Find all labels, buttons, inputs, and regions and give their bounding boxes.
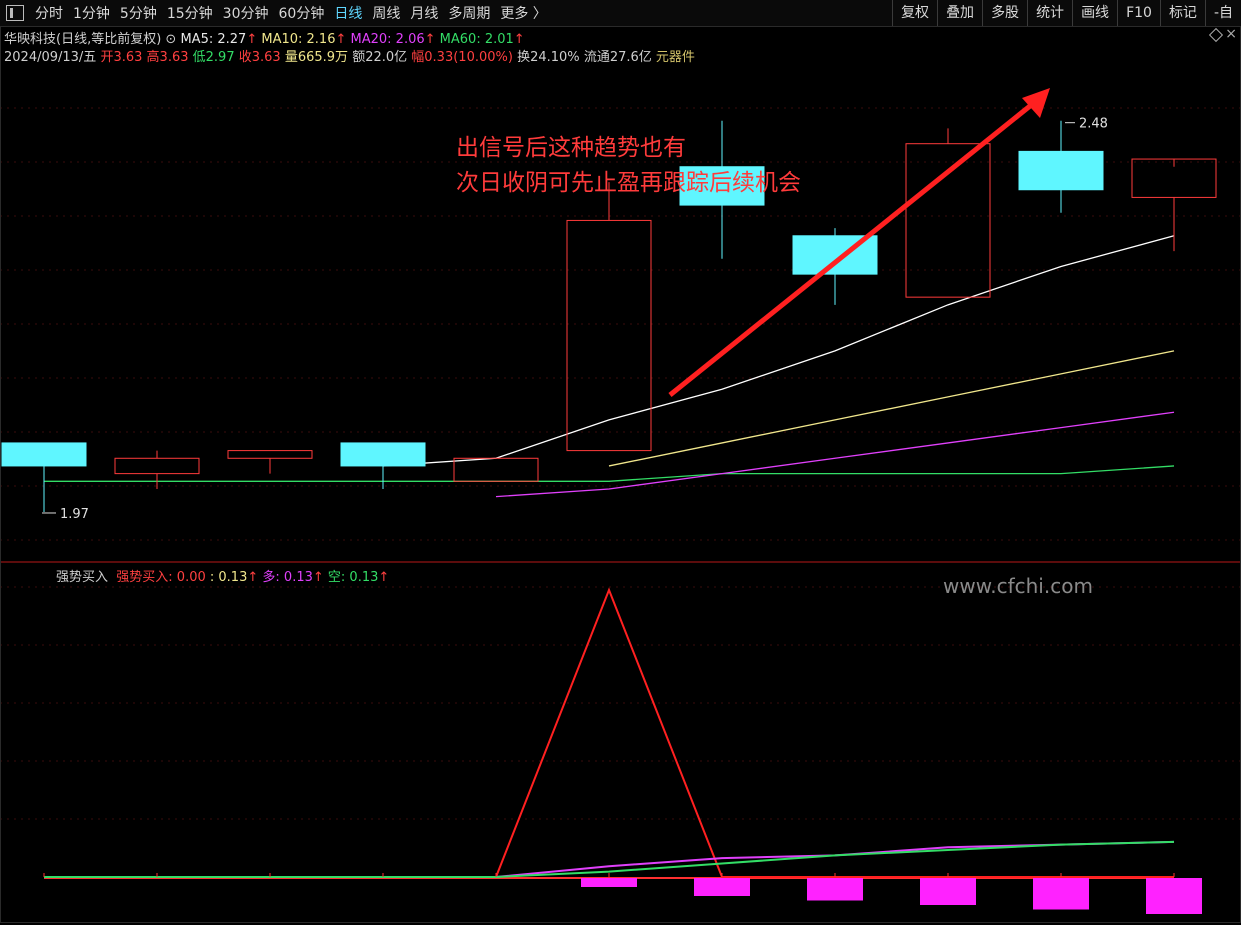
indicator-bar bbox=[694, 878, 750, 896]
candle-body bbox=[340, 442, 426, 467]
indicator-duo: 多: 0.13 bbox=[262, 570, 313, 585]
kong-up-arrow-icon: ↑ bbox=[378, 570, 390, 585]
indicator-buy: 强势买入: 0.00 bbox=[116, 570, 206, 585]
candle-body bbox=[1018, 150, 1104, 191]
indicator-bar bbox=[581, 878, 637, 887]
candle-body bbox=[905, 143, 991, 298]
candle-body bbox=[227, 450, 313, 459]
indicator-bar bbox=[1033, 878, 1089, 910]
buy-signal-line bbox=[44, 587, 1174, 878]
ma10-line bbox=[608, 350, 1175, 467]
ma60-line bbox=[44, 465, 1175, 482]
indicator-name[interactable]: 强势买入 bbox=[56, 570, 108, 585]
annotation-text: 出信号后这种趋势也有 次日收阴可先止盈再跟踪后续机会 bbox=[456, 131, 801, 201]
annotation-line-2: 次日收阴可先止盈再跟踪后续机会 bbox=[456, 170, 801, 196]
indicator-bar bbox=[920, 878, 976, 905]
candle-body bbox=[566, 219, 652, 452]
trend-arrow-head bbox=[1022, 88, 1050, 118]
candle-body bbox=[1, 442, 87, 467]
duo-up-arrow-icon: ↑ bbox=[312, 570, 324, 585]
candle-body bbox=[453, 457, 539, 482]
ma20-line bbox=[495, 411, 1175, 498]
candle-body bbox=[114, 457, 200, 475]
indicator-legend: 强势买入 强势买入: 0.00 : 0.13↑ 多: 0.13↑ 空: 0.13… bbox=[56, 566, 389, 585]
low-price-label: 1.97 bbox=[60, 507, 89, 522]
indicator-val: : 0.13 bbox=[209, 570, 248, 585]
indicator-bar bbox=[1146, 878, 1202, 914]
annotation-line-1: 出信号后这种趋势也有 bbox=[456, 135, 686, 161]
val-up-arrow-icon: ↑ bbox=[247, 570, 259, 585]
indicator-kong: 空: 0.13 bbox=[327, 570, 379, 585]
watermark: www.cfchi.com bbox=[943, 574, 1093, 598]
kong-line bbox=[44, 840, 1175, 878]
indicator-bar bbox=[807, 878, 863, 901]
high-price-label: 2.48 bbox=[1079, 117, 1108, 132]
